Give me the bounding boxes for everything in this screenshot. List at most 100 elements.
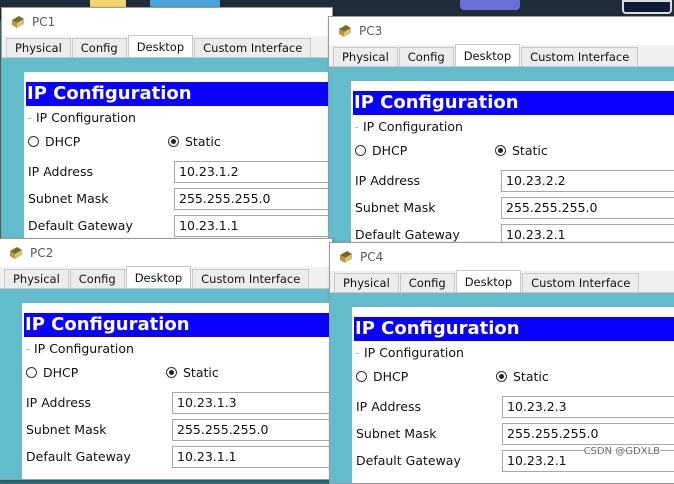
packet-tracer-app-icon (10, 247, 22, 259)
radio-circle-icon[interactable] (355, 145, 366, 156)
tab-physical[interactable]: Physical (4, 269, 69, 288)
dhcp-radio[interactable]: DHCP (26, 365, 78, 380)
packet-tracer-app-icon (12, 16, 24, 28)
subnet-mask-input[interactable]: 255.255.255.0 (502, 423, 674, 445)
tab-bar: Physical Config Desktop Custom Interface (329, 44, 674, 67)
tab-config[interactable]: Config (71, 38, 127, 57)
static-radio[interactable]: Static (495, 143, 548, 158)
dhcp-radio[interactable]: DHCP (28, 134, 80, 149)
window-titlebar[interactable]: PC2 (0, 239, 332, 267)
window-titlebar[interactable]: PC4 (330, 243, 674, 271)
group-divider (26, 349, 29, 350)
default-gateway-label: Default Gateway (355, 227, 460, 242)
subnet-mask-input[interactable]: 255.255.255.0 (501, 197, 674, 219)
default-gateway-input[interactable]: 10.23.1.1 (174, 215, 332, 237)
dhcp-radio[interactable]: DHCP (355, 143, 407, 158)
static-radio[interactable]: Static (168, 134, 221, 149)
subnet-mask-label: Subnet Mask (355, 200, 436, 215)
tab-custom-interface[interactable]: Custom Interface (194, 38, 312, 57)
subnet-mask-input[interactable]: 255.255.255.0 (172, 419, 332, 441)
subnet-mask-label: Subnet Mask (356, 426, 437, 441)
desktop-content: IP Configuration IP Configuration DHCP S… (0, 289, 332, 479)
window-title: PC4 (360, 250, 384, 264)
packet-tracer-app-icon (340, 251, 352, 263)
pc-window: PC2 Physical Config Desktop Custom Inter… (0, 238, 333, 480)
default-gateway-label: Default Gateway (28, 218, 133, 233)
static-radio[interactable]: Static (166, 365, 219, 380)
default-gateway-label: Default Gateway (26, 449, 131, 464)
window-titlebar[interactable]: PC3 (329, 17, 674, 45)
pc-window: PC1 Physical Config Desktop Custom Inter… (1, 7, 333, 239)
ip-address-input[interactable]: 10.23.2.2 (501, 170, 674, 192)
tab-desktop[interactable]: Desktop (455, 270, 522, 292)
radio-selected-icon[interactable] (496, 371, 507, 382)
ip-address-label: IP Address (355, 173, 420, 188)
pc-window: PC3 Physical Config Desktop Custom Inter… (328, 16, 674, 248)
tab-config[interactable]: Config (399, 273, 455, 292)
group-label: IP Configuration (34, 110, 138, 125)
tab-desktop[interactable]: Desktop (127, 35, 194, 57)
desktop-content: IP Configuration IP Configuration DHCP S… (2, 58, 332, 238)
group-divider (355, 127, 358, 128)
page-title: IP Configuration (26, 82, 332, 106)
group-label: IP Configuration (361, 119, 465, 134)
static-label: Static (512, 143, 548, 158)
tab-physical[interactable]: Physical (6, 38, 71, 57)
static-radio[interactable]: Static (496, 369, 549, 384)
subnet-mask-label: Subnet Mask (28, 191, 109, 206)
page-title: IP Configuration (353, 91, 674, 115)
ip-address-input[interactable]: 10.23.1.2 (174, 161, 332, 183)
tab-custom-interface[interactable]: Custom Interface (522, 273, 640, 292)
tab-config[interactable]: Config (398, 47, 454, 66)
radio-circle-icon[interactable] (28, 136, 39, 147)
group-label: IP Configuration (32, 341, 136, 356)
dhcp-label: DHCP (43, 365, 79, 380)
static-label: Static (513, 369, 549, 384)
group-label: IP Configuration (362, 345, 466, 360)
tab-desktop[interactable]: Desktop (125, 266, 192, 288)
dhcp-radio[interactable]: DHCP (356, 369, 408, 384)
packet-tracer-app-icon (339, 25, 351, 37)
radio-selected-icon[interactable] (166, 367, 177, 378)
desktop-content: IP Configuration IP Configuration DHCP S… (329, 67, 674, 247)
tab-physical[interactable]: Physical (334, 273, 399, 292)
tab-physical[interactable]: Physical (333, 47, 398, 66)
ip-address-input[interactable]: 10.23.2.3 (502, 396, 674, 418)
page-title: IP Configuration (24, 313, 332, 337)
window-titlebar[interactable]: PC1 (2, 8, 332, 36)
window-title: PC2 (30, 246, 54, 260)
radio-circle-icon[interactable] (26, 367, 37, 378)
page-title: IP Configuration (354, 317, 674, 341)
group-divider (356, 353, 359, 354)
default-gateway-input[interactable]: 10.23.1.1 (172, 446, 332, 468)
ip-config-panel: IP Configuration IP Configuration DHCP S… (22, 303, 332, 479)
tab-bar: Physical Config Desktop Custom Interface (2, 35, 332, 58)
window-title: PC3 (359, 24, 383, 38)
tab-bar: Physical Config Desktop Custom Interface (330, 270, 674, 293)
dhcp-label: DHCP (45, 134, 81, 149)
static-label: Static (183, 365, 219, 380)
radio-selected-icon[interactable] (168, 136, 179, 147)
dhcp-label: DHCP (373, 369, 409, 384)
ip-address-input[interactable]: 10.23.1.3 (172, 392, 332, 414)
tab-desktop[interactable]: Desktop (454, 44, 521, 66)
window-title: PC1 (32, 15, 56, 29)
ip-address-label: IP Address (28, 164, 93, 179)
dhcp-label: DHCP (372, 143, 408, 158)
subnet-mask-label: Subnet Mask (26, 422, 107, 437)
ip-config-panel: IP Configuration IP Configuration DHCP S… (352, 307, 674, 483)
ip-config-panel: IP Configuration IP Configuration DHCP S… (24, 72, 332, 238)
ip-address-label: IP Address (356, 399, 421, 414)
radio-selected-icon[interactable] (495, 145, 506, 156)
tab-config[interactable]: Config (69, 269, 125, 288)
tab-custom-interface[interactable]: Custom Interface (192, 269, 310, 288)
desktop-icon (460, 0, 520, 10)
radio-circle-icon[interactable] (356, 371, 367, 382)
tab-custom-interface[interactable]: Custom Interface (521, 47, 639, 66)
ip-config-panel: IP Configuration IP Configuration DHCP S… (351, 81, 674, 247)
watermark-text: CSDN @GDXLB (583, 446, 660, 457)
subnet-mask-input[interactable]: 255.255.255.0 (174, 188, 332, 210)
tab-bar: Physical Config Desktop Custom Interface (0, 266, 332, 289)
static-label: Static (185, 134, 221, 149)
desktop-icon (622, 0, 672, 14)
